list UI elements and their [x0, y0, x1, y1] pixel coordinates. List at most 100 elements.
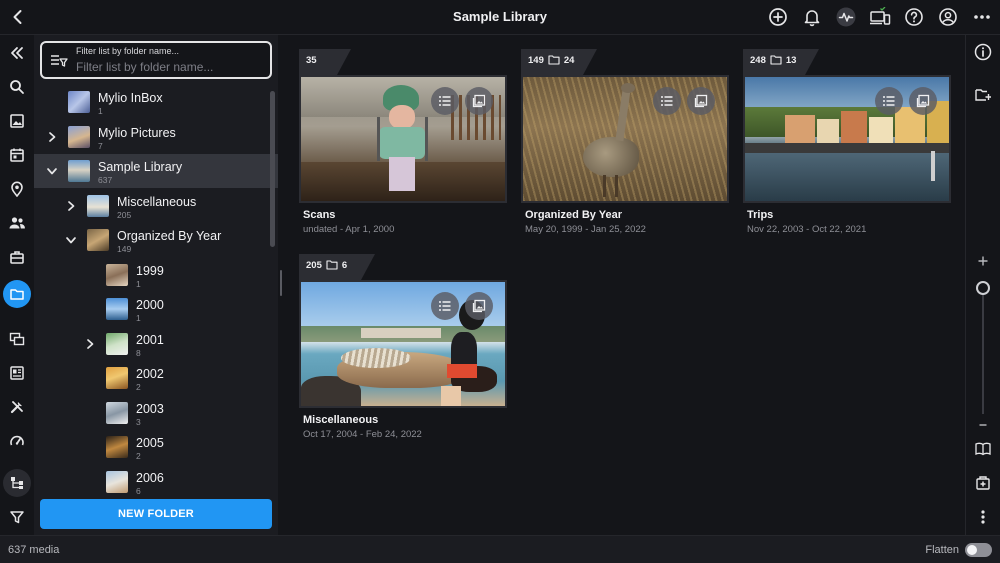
- card-photos-button[interactable]: [465, 87, 493, 115]
- add-to-album-button[interactable]: [971, 471, 995, 495]
- photo-view-icon: [472, 299, 486, 313]
- card-title: Trips: [747, 209, 774, 221]
- new-folder-button[interactable]: NEW FOLDER: [40, 499, 272, 529]
- nav-hierarchy[interactable]: [3, 469, 31, 497]
- info-button[interactable]: [971, 40, 995, 64]
- folder-row-organized-by-year[interactable]: Organized By Year 149: [34, 223, 278, 257]
- tab-slant: [583, 49, 597, 75]
- account-icon: [939, 8, 957, 26]
- people-icon: [9, 217, 25, 229]
- nav-events[interactable]: [3, 243, 31, 271]
- card-list-button[interactable]: [875, 87, 903, 115]
- card-title: Miscellaneous: [303, 414, 379, 426]
- list-view-icon: [661, 96, 673, 106]
- tab-slant: [361, 254, 375, 280]
- calendar-icon: [10, 148, 24, 162]
- chevron-left-icon: [13, 10, 22, 24]
- panel-splitter[interactable]: [278, 35, 285, 535]
- folder-tree: Mylio InBox 1 Mylio Pictures 7 Sample Librar…: [34, 87, 278, 495]
- back-button[interactable]: [6, 5, 30, 29]
- card-list-button[interactable]: [431, 87, 459, 115]
- expand-toggle[interactable]: [64, 233, 78, 247]
- folder-filter-box[interactable]: Filter list by folder name...: [40, 41, 272, 79]
- filter-label: Filter list by folder name...: [76, 46, 180, 56]
- add-to-folder-button[interactable]: [971, 83, 995, 107]
- search-icon: [10, 80, 24, 94]
- folder-name: 2001: [136, 332, 164, 347]
- folder-thumbnail: [87, 229, 109, 251]
- nav-calendar[interactable]: [3, 141, 31, 169]
- card-list-button[interactable]: [653, 87, 681, 115]
- card-photos-button[interactable]: [687, 87, 715, 115]
- zoom-in-button[interactable]: [971, 249, 995, 273]
- flatten-toggle[interactable]: [965, 543, 992, 557]
- folder-row-1999[interactable]: 1999 1: [34, 258, 278, 292]
- left-nav-rail: [0, 35, 34, 535]
- nav-albums[interactable]: [3, 325, 31, 353]
- briefcase-icon: [10, 251, 24, 264]
- nav-people[interactable]: [3, 209, 31, 237]
- folder-row-2003[interactable]: 2003 3: [34, 396, 278, 430]
- list-view-icon: [883, 96, 895, 106]
- tools-icon: [10, 401, 23, 414]
- folder-row-2005[interactable]: 2005 2: [34, 430, 278, 464]
- folder-count: 8: [136, 347, 141, 358]
- folder-row-miscellaneous[interactable]: Miscellaneous 205: [34, 189, 278, 223]
- chevron-right-icon: [49, 131, 56, 142]
- folder-filter-input[interactable]: [76, 59, 266, 75]
- zoom-out-button[interactable]: [971, 413, 995, 437]
- nav-tools[interactable]: [3, 393, 31, 421]
- list-view-icon: [439, 96, 451, 106]
- bell-icon: [804, 10, 820, 27]
- devices-button[interactable]: [868, 5, 892, 29]
- expand-toggle[interactable]: [64, 199, 78, 213]
- expand-toggle[interactable]: [83, 337, 97, 351]
- expand-toggle[interactable]: [45, 164, 59, 178]
- chevron-right-icon: [87, 338, 94, 349]
- folder-thumbnail: [106, 367, 128, 389]
- card-photos-button[interactable]: [909, 87, 937, 115]
- card-photos-button[interactable]: [465, 292, 493, 320]
- folder-row-sample-library[interactable]: Sample Library 637: [34, 154, 278, 188]
- account-button[interactable]: [936, 5, 960, 29]
- folder-count-icon: [770, 55, 782, 65]
- expand-toggle[interactable]: [45, 130, 59, 144]
- folder-thumbnail: [68, 125, 90, 148]
- folder-name: Sample Library: [98, 160, 183, 174]
- notifications-button[interactable]: [800, 5, 824, 29]
- collapse-panel-button[interactable]: [3, 39, 31, 67]
- nav-search[interactable]: [3, 73, 31, 101]
- help-button[interactable]: [902, 5, 926, 29]
- nav-filter[interactable]: [3, 503, 31, 531]
- right-rail: [965, 35, 1000, 535]
- nav-folders[interactable]: [3, 280, 31, 308]
- zoom-slider-handle[interactable]: [976, 281, 990, 295]
- photo-view-icon: [694, 94, 708, 108]
- nav-photos[interactable]: [3, 107, 31, 135]
- activity-button[interactable]: [834, 5, 858, 29]
- folder-row-2001[interactable]: 2001 8: [34, 327, 278, 361]
- card-thumbnail: [301, 282, 505, 406]
- zoom-slider-track[interactable]: [982, 288, 984, 414]
- folder-thumbnail: [106, 263, 128, 286]
- nav-performance[interactable]: [3, 427, 31, 455]
- folder-row-2006[interactable]: 2006 6: [34, 465, 278, 495]
- folder-row-mylio-pictures[interactable]: Mylio Pictures 7: [34, 120, 278, 154]
- folder-row-mylio-inbox[interactable]: Mylio InBox 1: [34, 87, 278, 119]
- nav-places[interactable]: [3, 175, 31, 203]
- folder-count-icon: [548, 55, 560, 65]
- folder-row-2002[interactable]: 2002 2: [34, 361, 278, 395]
- add-button[interactable]: [766, 5, 790, 29]
- more-button[interactable]: [970, 5, 994, 29]
- subfolder-count-label: 6: [341, 260, 348, 271]
- plus-circle-icon: [769, 8, 787, 26]
- media-count-label: 149: [528, 55, 544, 66]
- flatten-label: Flatten: [925, 544, 959, 556]
- card-list-button[interactable]: [431, 292, 459, 320]
- folder-tree-scrollbar[interactable]: [270, 91, 275, 247]
- folder-row-2000[interactable]: 2000 1: [34, 292, 278, 326]
- book-view-button[interactable]: [971, 437, 995, 461]
- card-count-tab: 205 6: [299, 254, 361, 280]
- more-options-button[interactable]: [971, 505, 995, 529]
- nav-dashboard[interactable]: [3, 359, 31, 387]
